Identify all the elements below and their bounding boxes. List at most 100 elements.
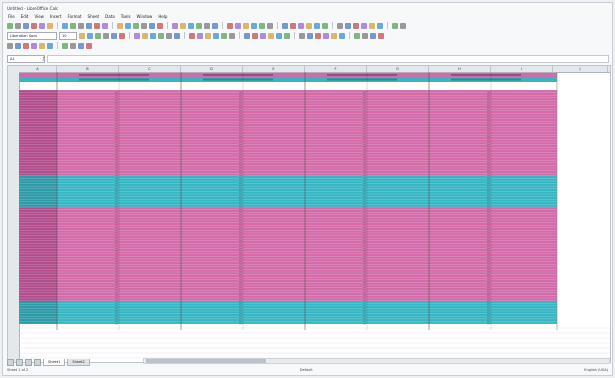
toolbar-button-icon[interactable]: [204, 22, 210, 29]
menu-help[interactable]: Help: [157, 13, 168, 20]
toolbar-button-icon[interactable]: [62, 42, 68, 49]
toolbar-button-icon[interactable]: [111, 32, 117, 39]
toolbar-button-icon[interactable]: [78, 42, 84, 49]
toolbar-button-icon[interactable]: [307, 32, 313, 39]
toolbar-button-icon[interactable]: [370, 32, 376, 39]
toolbar-button-icon[interactable]: [197, 32, 203, 39]
toolbar-button-icon[interactable]: [70, 42, 76, 49]
toolbar-button-icon[interactable]: [290, 22, 296, 29]
toolbar-button-icon[interactable]: [15, 22, 21, 29]
toolbar-button-icon[interactable]: [339, 32, 345, 39]
toolbar-button-icon[interactable]: [244, 32, 250, 39]
toolbar-button-icon[interactable]: [251, 22, 257, 29]
first-sheet-button[interactable]: [7, 359, 14, 366]
toolbar-button-icon[interactable]: [150, 32, 156, 39]
toolbar-button-icon[interactable]: [141, 22, 147, 29]
toolbar-button-icon[interactable]: [157, 22, 163, 29]
toolbar-button-icon[interactable]: [188, 22, 194, 29]
toolbar-button-icon[interactable]: [142, 32, 148, 39]
toolbar-button-icon[interactable]: [180, 22, 186, 29]
toolbar-button-icon[interactable]: [345, 22, 351, 29]
toolbar-button-icon[interactable]: [259, 22, 265, 29]
toolbar-button-icon[interactable]: [172, 22, 178, 29]
toolbar-button-icon[interactable]: [133, 22, 139, 29]
toolbar-button-icon[interactable]: [125, 22, 131, 29]
horizontal-scrollbar[interactable]: [143, 358, 610, 364]
scrollbar-thumb[interactable]: [146, 359, 266, 363]
menu-format[interactable]: Format: [66, 13, 82, 20]
toolbar-button-icon[interactable]: [23, 22, 29, 29]
toolbar-button-icon[interactable]: [86, 42, 92, 49]
toolbar-button-icon[interactable]: [252, 32, 258, 39]
font-size-combo[interactable]: 10: [59, 31, 77, 40]
toolbar-button-icon[interactable]: [276, 32, 282, 39]
toolbar-button-icon[interactable]: [70, 22, 76, 29]
menu-window[interactable]: Window: [136, 13, 154, 20]
toolbar-button-icon[interactable]: [189, 32, 195, 39]
toolbar-button-icon[interactable]: [158, 32, 164, 39]
toolbar-button-icon[interactable]: [353, 22, 359, 29]
toolbar-button-icon[interactable]: [314, 22, 320, 29]
toolbar-button-icon[interactable]: [377, 22, 383, 29]
toolbar-button-icon[interactable]: [31, 22, 37, 29]
toolbar-button-icon[interactable]: [322, 22, 328, 29]
toolbar-button-icon[interactable]: [117, 22, 123, 29]
prev-sheet-button[interactable]: [16, 359, 23, 366]
toolbar-button-icon[interactable]: [267, 22, 273, 29]
toolbar-button-icon[interactable]: [47, 22, 53, 29]
toolbar-button-icon[interactable]: [174, 32, 180, 39]
toolbar-button-icon[interactable]: [103, 32, 109, 39]
font-name-combo[interactable]: Liberation Sans: [7, 31, 57, 40]
toolbar-button-icon[interactable]: [213, 32, 219, 39]
toolbar-button-icon[interactable]: [392, 22, 398, 29]
toolbar-button-icon[interactable]: [260, 32, 266, 39]
menu-data[interactable]: Data: [104, 13, 116, 20]
toolbar-button-icon[interactable]: [39, 22, 45, 29]
toolbar-button-icon[interactable]: [354, 32, 360, 39]
menu-view[interactable]: View: [33, 13, 45, 20]
toolbar-button-icon[interactable]: [362, 32, 368, 39]
toolbar-button-icon[interactable]: [39, 42, 45, 49]
function-wizard-icon[interactable]: ƒ: [43, 55, 44, 62]
formula-input[interactable]: [47, 55, 609, 63]
toolbar-button-icon[interactable]: [62, 22, 68, 29]
last-sheet-button[interactable]: [34, 359, 41, 366]
toolbar-button-icon[interactable]: [323, 32, 329, 39]
toolbar-button-icon[interactable]: [315, 32, 321, 39]
next-sheet-button[interactable]: [25, 359, 32, 366]
toolbar-button-icon[interactable]: [205, 32, 211, 39]
toolbar-button-icon[interactable]: [134, 32, 140, 39]
toolbar-button-icon[interactable]: [79, 32, 85, 39]
menu-sheet[interactable]: Sheet: [87, 13, 101, 20]
sheet-tab-2[interactable]: Sheet2: [67, 359, 90, 366]
menu-file[interactable]: File: [7, 13, 16, 20]
toolbar-button-icon[interactable]: [95, 32, 101, 39]
name-box[interactable]: A1: [7, 55, 45, 63]
toolbar-button-icon[interactable]: [47, 42, 53, 49]
toolbar-button-icon[interactable]: [298, 22, 304, 29]
cell-area[interactable]: [19, 72, 610, 362]
toolbar-button-icon[interactable]: [87, 32, 93, 39]
toolbar-button-icon[interactable]: [7, 22, 13, 29]
toolbar-button-icon[interactable]: [227, 22, 233, 29]
toolbar-button-icon[interactable]: [78, 22, 84, 29]
toolbar-button-icon[interactable]: [102, 22, 108, 29]
toolbar-button-icon[interactable]: [337, 22, 343, 29]
toolbar-button-icon[interactable]: [331, 32, 337, 39]
toolbar-button-icon[interactable]: [23, 42, 29, 49]
toolbar-button-icon[interactable]: [229, 32, 235, 39]
toolbar-button-icon[interactable]: [94, 22, 100, 29]
toolbar-button-icon[interactable]: [243, 22, 249, 29]
toolbar-button-icon[interactable]: [31, 42, 37, 49]
toolbar-button-icon[interactable]: [149, 22, 155, 29]
toolbar-button-icon[interactable]: [306, 22, 312, 29]
toolbar-button-icon[interactable]: [212, 22, 218, 29]
spreadsheet-grid[interactable]: ABCDEFGHIJ: [7, 65, 611, 363]
toolbar-button-icon[interactable]: [282, 22, 288, 29]
menu-insert[interactable]: Insert: [49, 13, 62, 20]
toolbar-button-icon[interactable]: [378, 32, 384, 39]
toolbar-button-icon[interactable]: [15, 42, 21, 49]
toolbar-button-icon[interactable]: [299, 32, 305, 39]
toolbar-button-icon[interactable]: [400, 22, 406, 29]
toolbar-button-icon[interactable]: [166, 32, 172, 39]
